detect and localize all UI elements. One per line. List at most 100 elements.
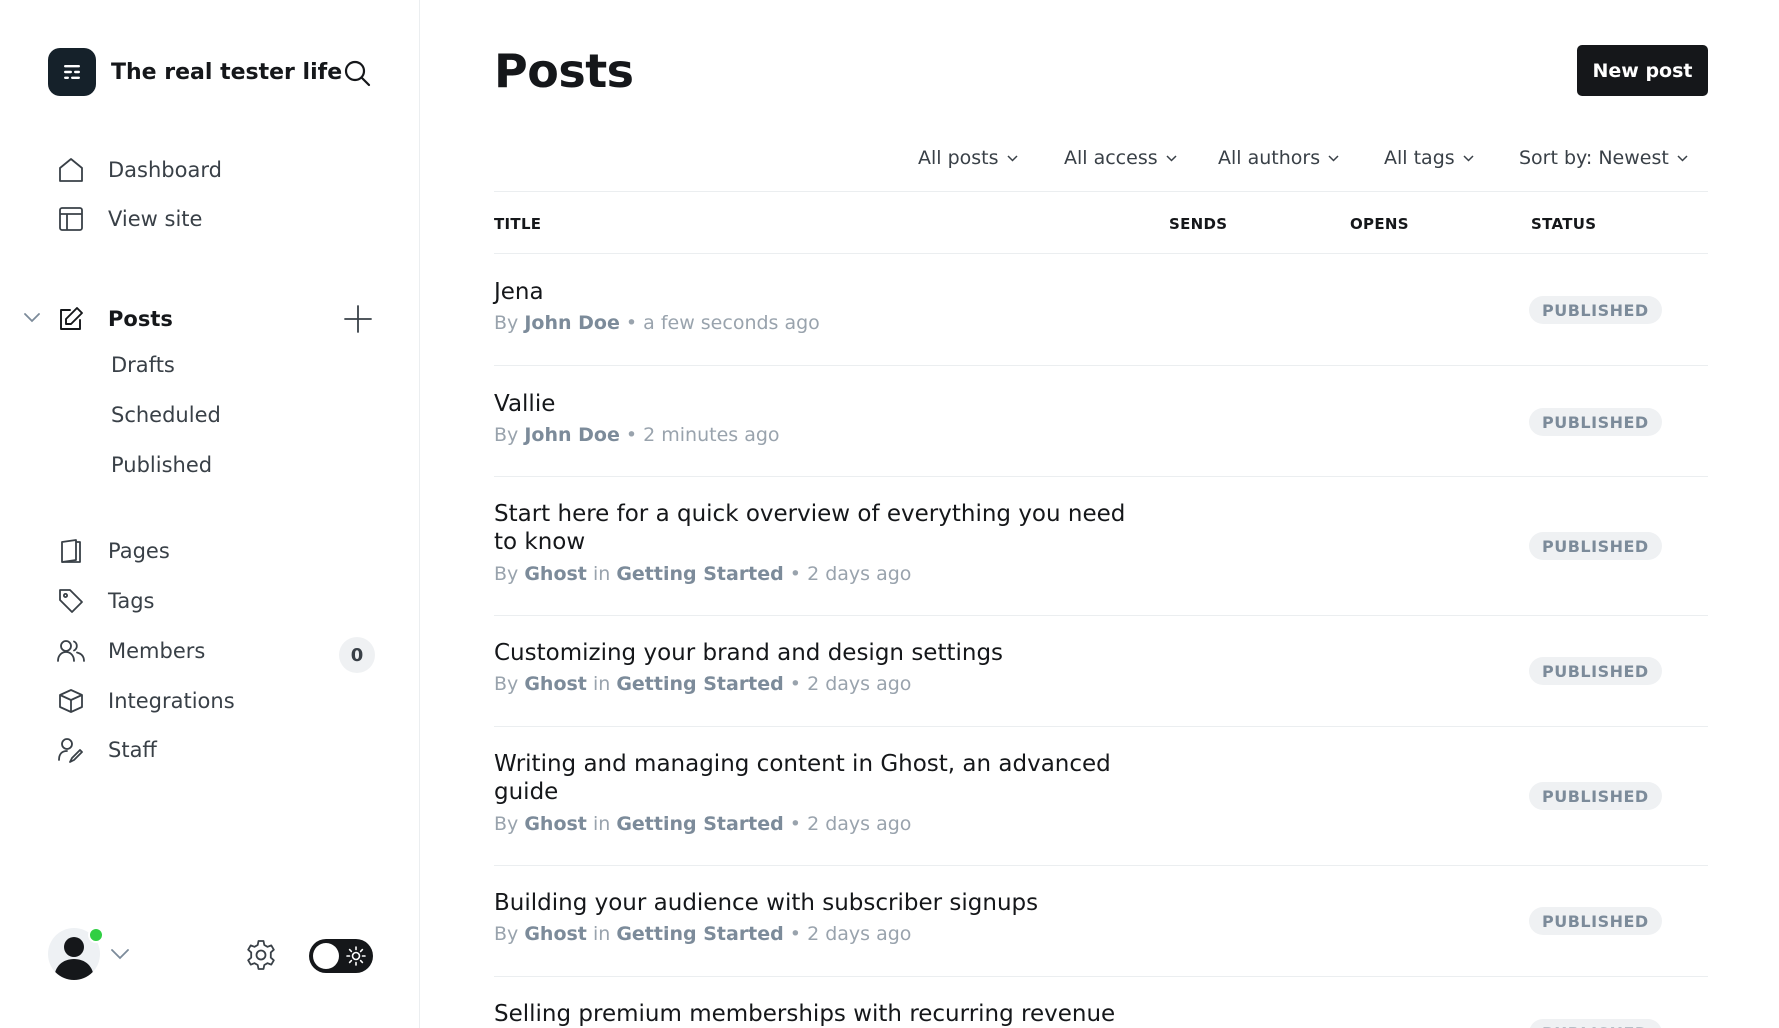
column-header-status: STATUS xyxy=(1531,215,1597,233)
layout-icon xyxy=(56,204,86,234)
sidebar-item-label: Staff xyxy=(108,738,157,762)
chevron-down-icon xyxy=(1328,154,1339,162)
sidebar: The real tester life Dashboard View site xyxy=(0,0,420,1028)
meta-in: in xyxy=(592,563,611,585)
sidebar-item-pages[interactable]: Pages xyxy=(56,531,170,571)
meta-by: By xyxy=(494,424,519,446)
cube-icon xyxy=(56,686,86,716)
post-time: 2 days ago xyxy=(807,923,912,945)
sidebar-item-integrations[interactable]: Integrations xyxy=(56,681,235,721)
post-author: Ghost xyxy=(524,563,587,585)
post-meta: By Ghost in Getting Started • 2 days ago xyxy=(494,673,912,695)
post-time: 2 days ago xyxy=(807,563,912,585)
post-tag: Getting Started xyxy=(616,563,784,585)
sidebar-item-posts[interactable]: Posts xyxy=(56,299,173,339)
status-badge: PUBLISHED xyxy=(1529,296,1662,324)
post-author: Ghost xyxy=(524,923,587,945)
filter-label: All posts xyxy=(918,147,999,169)
sidebar-item-staff[interactable]: Staff xyxy=(56,730,157,770)
filter-all-authors[interactable]: All authors xyxy=(1218,144,1339,172)
post-meta: By Ghost in Getting Started • 2 days ago xyxy=(494,813,912,835)
add-post-icon[interactable] xyxy=(341,302,375,336)
sidebar-item-drafts[interactable]: Drafts xyxy=(111,347,175,383)
post-tag: Getting Started xyxy=(616,813,784,835)
column-header-sends: SENDS xyxy=(1169,215,1228,233)
sort-by-dropdown[interactable]: Sort by: Newest xyxy=(1519,144,1688,172)
table-row[interactable]: Writing and managing content in Ghost, a… xyxy=(494,727,1708,865)
post-time: 2 minutes ago xyxy=(643,424,780,446)
table-row[interactable]: Selling premium memberships with recurri… xyxy=(494,977,1708,1028)
post-meta: By John Doe • a few seconds ago xyxy=(494,312,820,334)
post-time: 2 days ago xyxy=(807,813,912,835)
edit-icon xyxy=(56,304,86,334)
meta-by: By xyxy=(494,813,519,835)
sun-icon xyxy=(346,946,366,966)
site-title: The real tester life xyxy=(111,59,343,85)
theme-toggle[interactable] xyxy=(309,939,373,973)
filter-label: All tags xyxy=(1384,147,1455,169)
post-title: Vallie xyxy=(494,391,556,417)
sidebar-item-scheduled[interactable]: Scheduled xyxy=(111,397,221,433)
filter-label: Sort by: Newest xyxy=(1519,147,1669,169)
post-title: Selling premium memberships with recurri… xyxy=(494,1001,1116,1027)
status-badge: PUBLISHED xyxy=(1529,907,1662,935)
meta-by: By xyxy=(494,563,519,585)
search-icon[interactable] xyxy=(340,56,374,90)
ghost-logo-icon xyxy=(48,48,96,96)
sidebar-item-label: View site xyxy=(108,207,203,231)
post-author: Ghost xyxy=(524,813,587,835)
post-title: Start here for a quick overview of every… xyxy=(494,501,1126,555)
chevron-down-icon xyxy=(110,945,130,964)
filter-all-access[interactable]: All access xyxy=(1064,144,1177,172)
page-icon xyxy=(56,536,86,566)
post-title: Jena xyxy=(494,279,544,305)
table-row[interactable]: Start here for a quick overview of every… xyxy=(494,477,1708,615)
staff-icon xyxy=(56,735,86,765)
chevron-down-icon[interactable] xyxy=(22,308,42,328)
filter-all-posts[interactable]: All posts xyxy=(918,144,1018,172)
post-author: John Doe xyxy=(524,312,620,334)
meta-in: in xyxy=(592,673,611,695)
page-title: Posts xyxy=(494,44,634,98)
sidebar-item-published[interactable]: Published xyxy=(111,447,212,483)
post-meta: By John Doe • 2 minutes ago xyxy=(494,424,780,446)
filter-all-tags[interactable]: All tags xyxy=(1384,144,1474,172)
tag-icon xyxy=(56,586,86,616)
sidebar-item-label: Dashboard xyxy=(108,158,222,182)
table-row[interactable]: Building your audience with subscriber s… xyxy=(494,866,1708,976)
status-badge: PUBLISHED xyxy=(1529,532,1662,560)
chevron-down-icon xyxy=(1166,154,1177,162)
sidebar-item-members[interactable]: Members xyxy=(56,631,205,671)
sidebar-item-view-site[interactable]: View site xyxy=(56,199,202,239)
divider xyxy=(494,191,1708,192)
sidebar-item-tags[interactable]: Tags xyxy=(56,581,155,621)
meta-in: in xyxy=(592,923,611,945)
table-row[interactable]: Customizing your brand and design settin… xyxy=(494,616,1708,726)
post-title: Customizing your brand and design settin… xyxy=(494,640,1004,666)
table-row[interactable]: Vallie By John Doe • 2 minutes ago PUBLI… xyxy=(494,366,1708,476)
new-post-button[interactable]: New post xyxy=(1577,45,1708,96)
gear-icon[interactable] xyxy=(243,937,279,973)
chevron-down-icon xyxy=(1463,154,1474,162)
status-badge: PUBLISHED xyxy=(1529,782,1662,810)
post-author: John Doe xyxy=(524,424,620,446)
post-time: 2 days ago xyxy=(807,673,912,695)
meta-by: By xyxy=(494,923,519,945)
sidebar-item-dashboard[interactable]: Dashboard xyxy=(56,150,222,190)
sidebar-item-label: Posts xyxy=(108,307,173,331)
filter-label: All authors xyxy=(1218,147,1321,169)
sidebar-item-label: Pages xyxy=(108,539,170,563)
table-row[interactable]: Jena By John Doe • a few seconds ago PUB… xyxy=(494,254,1708,365)
home-icon xyxy=(56,155,86,185)
post-title: Writing and managing content in Ghost, a… xyxy=(494,751,1111,805)
column-header-title: TITLE xyxy=(494,215,542,233)
filter-label: All access xyxy=(1064,147,1158,169)
members-count-badge: 0 xyxy=(339,637,375,673)
site-brand[interactable]: The real tester life xyxy=(48,47,342,97)
sidebar-item-label: Tags xyxy=(108,589,155,613)
sidebar-item-label: Members xyxy=(108,639,206,663)
meta-in: in xyxy=(592,813,611,835)
post-time: a few seconds ago xyxy=(643,312,820,334)
toggle-knob xyxy=(313,943,339,969)
chevron-down-icon xyxy=(1677,154,1688,162)
